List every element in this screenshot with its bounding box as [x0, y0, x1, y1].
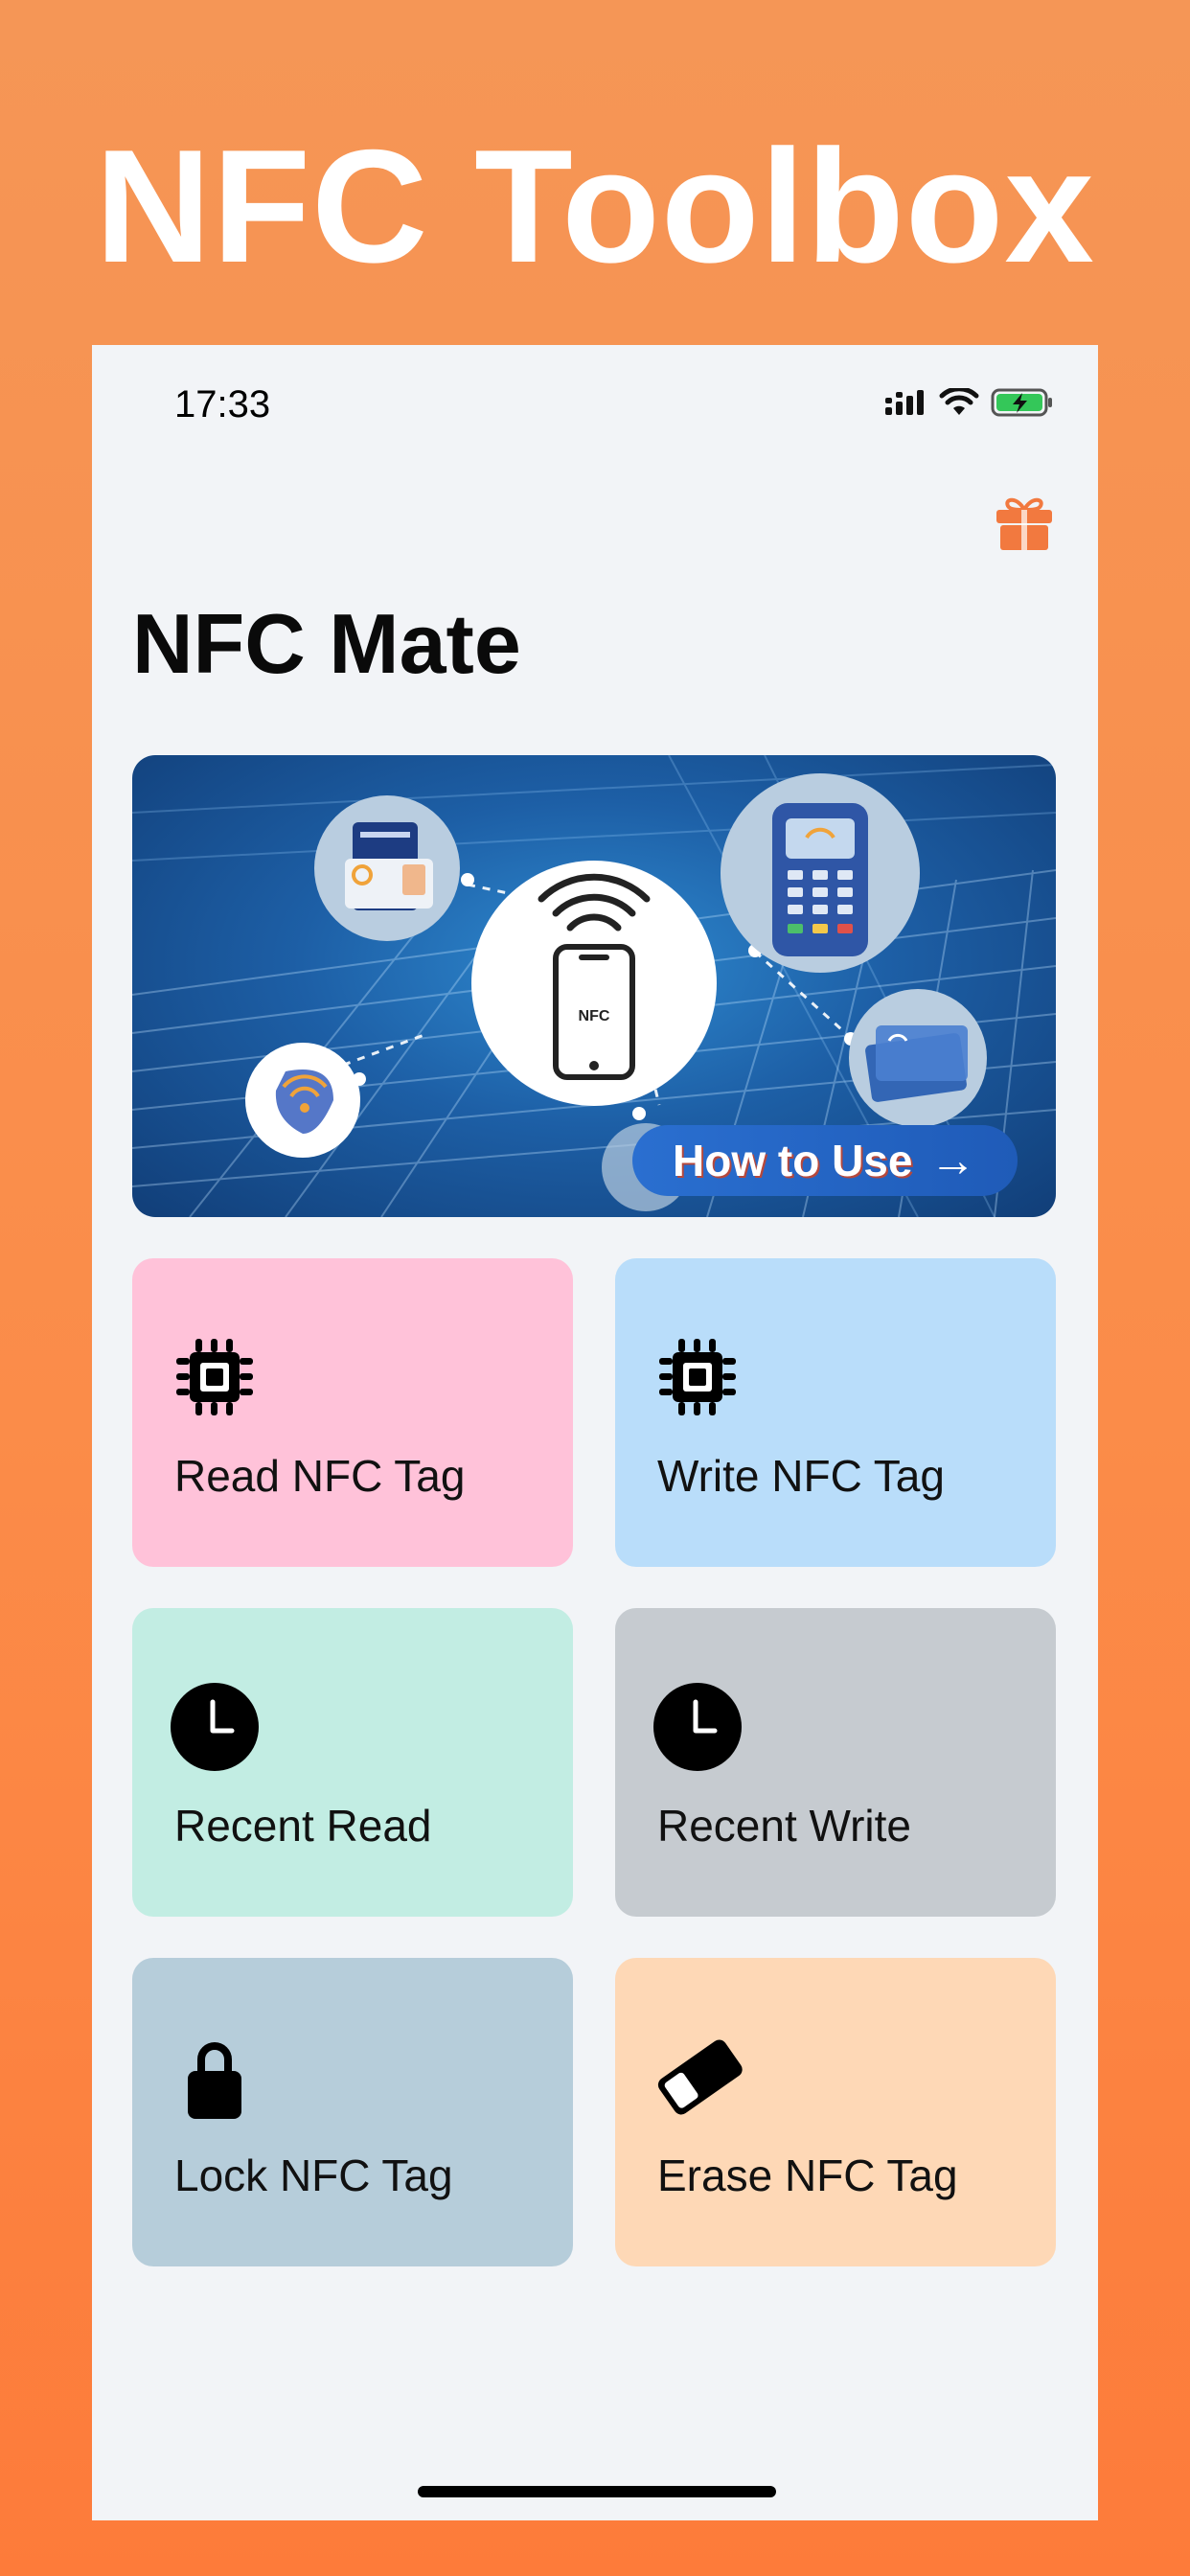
tile-label: Erase NFC Tag [657, 2150, 958, 2200]
how-to-use-label: How to Use [673, 1136, 913, 1185]
signal-icon [883, 388, 927, 422]
tile-label: Recent Read [174, 1801, 432, 1851]
nfc-phone-label: NFC [579, 1008, 610, 1024]
phone-screen: 17:33 NFC Mate NFC How to Use → Read NFC… [92, 345, 1098, 2520]
app-title: NFC Mate [132, 596, 521, 691]
lock-icon [188, 2042, 241, 2119]
tile-label: Read NFC Tag [174, 1451, 466, 1501]
how-to-use-button[interactable]: How to Use → [632, 1125, 1018, 1196]
tile-label: Recent Write [657, 1801, 912, 1851]
tile-lock-nfc-tag[interactable]: Lock NFC Tag [132, 1958, 573, 2266]
tile-recent-write[interactable]: Recent Write [615, 1608, 1056, 1917]
tile-write-nfc-tag[interactable]: Write NFC Tag [615, 1258, 1056, 1567]
status-bar: 17:33 [92, 345, 1098, 470]
status-icons [883, 386, 1054, 423]
tile-label: Lock NFC Tag [174, 2150, 453, 2200]
tile-label: Write NFC Tag [657, 1451, 945, 1501]
gift-button[interactable] [993, 491, 1056, 554]
tile-recent-read[interactable]: Recent Read [132, 1608, 573, 1917]
chip-icon [176, 1339, 253, 1415]
tile-read-nfc-tag[interactable]: Read NFC Tag [132, 1258, 573, 1567]
tile-erase-nfc-tag[interactable]: Erase NFC Tag [615, 1958, 1056, 2266]
eraser-icon [657, 2039, 743, 2115]
arrow-right-icon: → [929, 1135, 976, 1186]
home-indicator [418, 2486, 776, 2497]
clock-icon [171, 1683, 259, 1771]
battery-charging-icon [991, 387, 1054, 423]
how-to-use-banner[interactable]: NFC How to Use → [132, 755, 1056, 1217]
promo-title: NFC Toolbox [95, 116, 1095, 296]
status-time: 17:33 [174, 383, 271, 426]
chip-icon [659, 1339, 736, 1415]
gift-icon [996, 497, 1052, 550]
wifi-icon [939, 386, 979, 422]
clock-icon [653, 1683, 742, 1771]
